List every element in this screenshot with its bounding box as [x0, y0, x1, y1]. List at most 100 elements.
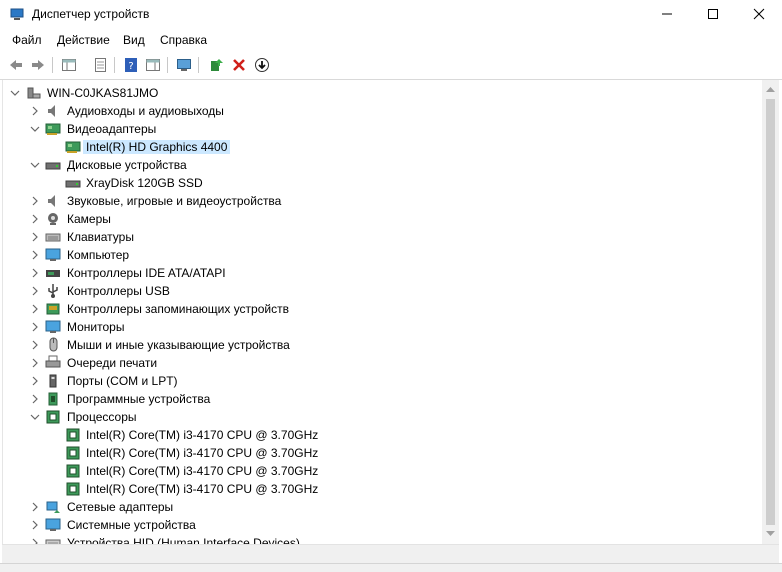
chevron-right-icon[interactable] — [29, 249, 41, 261]
chevron-right-icon[interactable] — [29, 231, 41, 243]
chevron-right-icon[interactable] — [29, 105, 41, 117]
toolbar-separator — [167, 57, 168, 73]
minimize-button[interactable] — [644, 0, 690, 28]
tree-item[interactable]: Порты (COM и LPT) — [3, 372, 763, 390]
tree-item-label: Программные устройства — [67, 392, 211, 406]
horizontal-scrollbar[interactable] — [2, 544, 779, 563]
tree-item-label: Камеры — [67, 212, 111, 226]
tree-item-label: Дисковые устройства — [67, 158, 187, 172]
port-icon — [49, 374, 57, 388]
chevron-right-icon[interactable] — [29, 537, 41, 544]
tree-item[interactable]: WIN-C0JKAS81JMO — [3, 84, 763, 102]
toolbar-separator — [114, 57, 115, 73]
properties-icon — [95, 58, 106, 72]
chevron-right-icon[interactable] — [29, 339, 41, 351]
help-icon: ? — [125, 58, 137, 72]
menu-view[interactable]: Вид — [123, 33, 145, 47]
properties-button[interactable] — [90, 55, 110, 75]
chevron-right-icon[interactable] — [29, 501, 41, 513]
mouse-icon — [49, 337, 58, 352]
scroll-down-arrow-icon[interactable] — [766, 531, 775, 537]
chevron-down-icon[interactable] — [9, 87, 21, 99]
chevron-right-icon[interactable] — [29, 285, 41, 297]
chevron-down-icon[interactable] — [29, 411, 41, 423]
tree-item[interactable]: Системные устройства — [3, 516, 763, 534]
tree-item[interactable]: Мыши и иные указывающие устройства — [3, 336, 763, 354]
tree-item[interactable]: Видеоадаптеры — [3, 120, 763, 138]
tree-item-label: Очереди печати — [67, 356, 158, 370]
monitor-icon — [45, 320, 61, 333]
chevron-right-icon[interactable] — [29, 267, 41, 279]
chevron-down-icon[interactable] — [29, 123, 41, 135]
tree-item[interactable]: Программные устройства — [3, 390, 763, 408]
menu-help[interactable]: Справка — [160, 33, 207, 47]
chevron-right-icon[interactable] — [29, 213, 41, 225]
tree-item-label: Компьютер — [67, 248, 130, 262]
chevron-right-icon[interactable] — [29, 393, 41, 405]
tree-item[interactable]: Intel(R) Core(TM) i3-4170 CPU @ 3.70GHz — [3, 462, 763, 480]
keyboard-icon — [45, 233, 61, 242]
tree-item[interactable]: Клавиатуры — [3, 228, 763, 246]
processor-icon — [66, 428, 80, 442]
menu-file[interactable]: Файл — [12, 33, 42, 47]
camera-icon — [48, 213, 58, 225]
network-adapter-icon — [46, 501, 60, 513]
tree-item[interactable]: Устройства HID (Human Interface Devices) — [3, 534, 763, 544]
chevron-right-icon[interactable] — [29, 195, 41, 207]
monitor-scan-icon — [177, 59, 191, 71]
tree-item[interactable]: Процессоры — [3, 408, 763, 426]
close-button[interactable] — [736, 0, 782, 28]
display-adapter-icon — [45, 123, 61, 135]
tree-item[interactable]: Контроллеры запоминающих устройств — [3, 300, 763, 318]
menu-action[interactable]: Действие — [57, 33, 110, 47]
tree-item[interactable]: Intel(R) HD Graphics 4400 — [3, 138, 763, 156]
chevron-right-icon[interactable] — [29, 375, 41, 387]
scan-hardware-button[interactable] — [174, 55, 194, 75]
tree-item-label: Контроллеры IDE ATA/ATAPI — [67, 266, 226, 280]
software-device-icon — [48, 392, 58, 406]
tree-item[interactable]: Звуковые, игровые и видеоустройства — [3, 192, 763, 210]
tree-item[interactable]: Очереди печати — [3, 354, 763, 372]
speaker-icon — [48, 195, 55, 207]
tree-item[interactable]: Intel(R) Core(TM) i3-4170 CPU @ 3.70GHz — [3, 426, 763, 444]
chevron-down-icon[interactable] — [29, 159, 41, 171]
maximize-button[interactable] — [690, 0, 736, 28]
tree-item-label: Аудиовходы и аудиовыходы — [67, 104, 224, 118]
tree-item[interactable]: Контроллеры USB — [3, 282, 763, 300]
tree-item[interactable]: Мониторы — [3, 318, 763, 336]
processor-icon — [66, 482, 80, 496]
action-pane-icon — [146, 59, 160, 71]
device-tree[interactable]: WIN-C0JKAS81JMO Аудиовходы и аудиовыходы В… — [2, 80, 763, 544]
chevron-right-icon[interactable] — [29, 519, 41, 531]
tree-item[interactable]: Дисковые устройства — [3, 156, 763, 174]
update-driver-button[interactable] — [206, 55, 226, 75]
menu-bar: Файл Действие Вид Справка — [0, 29, 782, 50]
tree-item[interactable]: Intel(R) Core(TM) i3-4170 CPU @ 3.70GHz — [3, 444, 763, 462]
toolbar-separator — [198, 57, 199, 73]
update-driver-icon — [211, 59, 223, 71]
tree-item[interactable]: Аудиовходы и аудиовыходы — [3, 102, 763, 120]
tree-item[interactable]: Intel(R) Core(TM) i3-4170 CPU @ 3.70GHz — [3, 480, 763, 498]
show-hide-console-tree-button[interactable] — [59, 55, 79, 75]
tree-item[interactable]: Контроллеры IDE ATA/ATAPI — [3, 264, 763, 282]
tree-item[interactable]: Камеры — [3, 210, 763, 228]
tree-item-label: WIN-C0JKAS81JMO — [47, 86, 159, 100]
chevron-right-icon[interactable] — [29, 303, 41, 315]
uninstall-device-button[interactable] — [229, 55, 249, 75]
forward-button[interactable] — [28, 55, 48, 75]
tree-item[interactable]: Сетевые адаптеры — [3, 498, 763, 516]
disable-device-button[interactable] — [252, 55, 272, 75]
tree-item-label: Intel(R) Core(TM) i3-4170 CPU @ 3.70GHz — [86, 464, 319, 478]
scroll-up-arrow-icon[interactable] — [766, 86, 775, 92]
tree-item-label: XrayDisk 120GB SSD — [86, 176, 203, 190]
tree-item[interactable]: Компьютер — [3, 246, 763, 264]
back-button[interactable] — [6, 55, 26, 75]
chevron-right-icon[interactable] — [29, 321, 41, 333]
chevron-right-icon[interactable] — [29, 357, 41, 369]
arrow-right-icon — [32, 60, 44, 70]
help-button[interactable]: ? — [121, 55, 141, 75]
vertical-scrollbar[interactable] — [762, 80, 779, 544]
tree-item[interactable]: XrayDisk 120GB SSD — [3, 174, 763, 192]
action-pane-button[interactable] — [143, 55, 163, 75]
vertical-scroll-thumb[interactable] — [766, 99, 775, 525]
